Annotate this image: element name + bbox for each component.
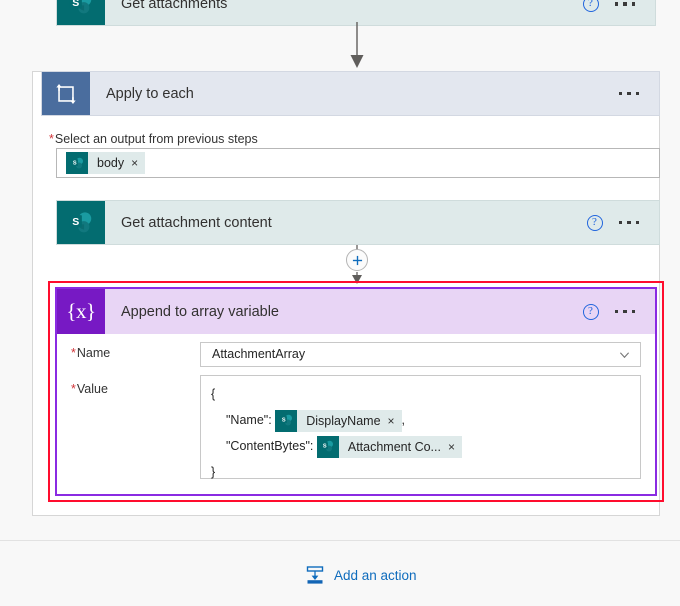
close-icon[interactable]: × — [388, 415, 402, 427]
insert-new-step-button[interactable] — [346, 249, 368, 271]
field-label-text: Value — [76, 382, 108, 396]
json-key-name: "Name": — [226, 413, 272, 427]
svg-text:S: S — [323, 444, 327, 450]
sharepoint-logo-glyph: S — [69, 211, 92, 232]
sharepoint-logo-glyph: S — [321, 440, 334, 452]
required-marker: * — [71, 382, 76, 396]
sharepoint-logo-glyph: S — [280, 414, 292, 426]
action-card-get-attachment-content[interactable]: S Get attachment content ? — [56, 200, 660, 245]
action-header-append-to-array-variable[interactable]: {x} Append to array variable ? — [57, 289, 655, 334]
name-dropdown[interactable]: AttachmentArray — [200, 342, 641, 367]
svg-text:S: S — [72, 0, 79, 9]
json-open-brace: { — [211, 387, 216, 401]
action-tools-apply-to-each — [617, 72, 660, 115]
sharepoint-icon: S — [57, 0, 105, 25]
variable-glyph: {x} — [66, 299, 96, 323]
action-title-apply-to-each: Apply to each — [106, 85, 194, 102]
help-icon[interactable]: ? — [582, 0, 599, 12]
token-chip-attachment-content[interactable]: S Attachment Co... × — [316, 435, 462, 458]
token-chip-body[interactable]: S body × — [66, 152, 146, 174]
action-title-get-attachment-content: Get attachment content — [121, 214, 272, 231]
sharepoint-logo-glyph: S — [70, 157, 83, 169]
action-tools-get-attachment-content: ? — [586, 201, 660, 244]
close-icon[interactable]: × — [448, 441, 462, 453]
field-label-text: Select an output from previous steps — [54, 132, 258, 146]
svg-text:S: S — [72, 215, 79, 227]
close-icon[interactable]: × — [131, 157, 145, 169]
token-chip-display-name[interactable]: S DisplayName × — [275, 409, 402, 432]
field-label-name: *Name — [71, 346, 110, 360]
more-commands-icon[interactable] — [613, 0, 638, 10]
field-label-text: Name — [76, 346, 111, 360]
json-close-brace: } — [211, 465, 216, 479]
json-key-content-bytes: "ContentBytes": — [226, 439, 314, 453]
add-an-action-label: Add an action — [334, 567, 417, 583]
svg-text:S: S — [282, 418, 286, 424]
plus-icon — [352, 255, 362, 265]
more-commands-icon[interactable] — [613, 306, 638, 318]
help-icon[interactable]: ? — [586, 214, 603, 231]
token-chip-label: DisplayName — [306, 413, 381, 428]
sharepoint-icon: S — [66, 152, 88, 174]
action-header-apply-to-each[interactable]: Apply to each — [41, 71, 660, 116]
more-commands-icon[interactable] — [617, 217, 642, 229]
loop-glyph — [56, 83, 76, 104]
value-textarea[interactable]: { "Name": S DisplayName × , "ContentByte… — [200, 375, 641, 479]
json-comma: , — [401, 413, 406, 427]
action-tools-append-to-array-variable: ? — [582, 289, 656, 334]
help-icon[interactable]: ? — [582, 303, 599, 320]
svg-text:S: S — [72, 160, 76, 166]
action-tools-get-attachments: ? — [582, 0, 656, 25]
value-line-name: "Name": S DisplayName × , — [211, 407, 630, 433]
select-output-input[interactable]: S body × — [56, 148, 660, 178]
add-action-icon — [306, 566, 324, 584]
field-label-select-output: *Select an output from previous steps — [49, 132, 258, 146]
chevron-down-icon[interactable] — [619, 349, 630, 360]
action-title-get-attachments: Get attachments — [121, 0, 228, 12]
required-marker: * — [71, 346, 76, 360]
more-commands-icon[interactable] — [617, 88, 642, 100]
loop-icon — [42, 72, 90, 115]
action-title-append-to-array-variable: Append to array variable — [121, 303, 279, 320]
value-line-close-brace: } — [211, 459, 630, 485]
name-dropdown-value: AttachmentArray — [212, 347, 306, 361]
sharepoint-icon: S — [316, 435, 339, 458]
add-an-action-button[interactable]: Add an action — [305, 565, 417, 585]
value-line-content-bytes: "ContentBytes": S Attachment Co... × — [211, 433, 630, 459]
token-chip-label: body — [97, 156, 125, 170]
field-label-value: *Value — [71, 382, 108, 396]
flow-designer-canvas: S Get attachments ? Apply to each *Selec… — [0, 0, 680, 606]
variable-icon: {x} — [57, 289, 105, 334]
value-line-open-brace: { — [211, 381, 630, 407]
sharepoint-logo-glyph: S — [69, 0, 92, 14]
canvas-bottom-divider — [0, 540, 680, 541]
sharepoint-icon: S — [57, 201, 105, 244]
connector-arrow-1 — [350, 22, 364, 68]
token-chip-label: Attachment Co... — [347, 439, 441, 454]
sharepoint-icon: S — [275, 409, 298, 432]
required-marker: * — [49, 132, 54, 146]
